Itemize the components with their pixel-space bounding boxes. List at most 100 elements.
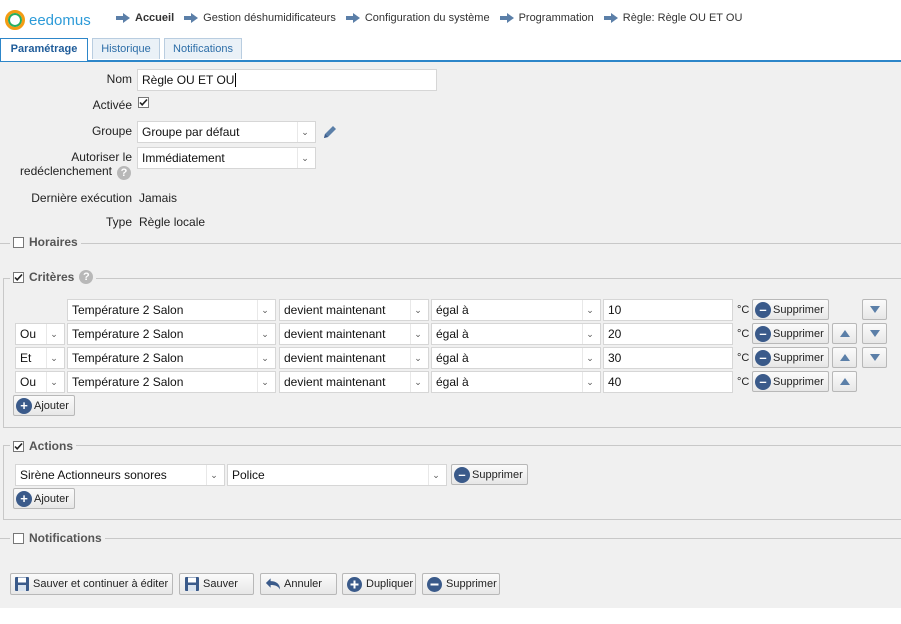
- cancel-button[interactable]: Annuler: [260, 573, 337, 595]
- duplicate-icon: [346, 576, 363, 593]
- save-continue-button[interactable]: Sauver et continuer à éditer: [10, 573, 173, 595]
- edit-pencil-icon[interactable]: [321, 123, 339, 141]
- criteria-connector-select[interactable]: Ou ⌄: [15, 371, 65, 393]
- arrow-right-icon: [345, 13, 360, 23]
- tab-notifications[interactable]: Notifications: [164, 38, 242, 59]
- move-down-button[interactable]: [862, 347, 887, 368]
- nom-label: Nom: [106, 72, 132, 86]
- criteria-condition-select[interactable]: devient maintenant ⌄: [279, 371, 429, 393]
- breadcrumb-item-configuration[interactable]: Configuration du système: [345, 12, 490, 24]
- triangle-down-icon: [869, 306, 880, 313]
- criteria-condition-select[interactable]: devient maintenant ⌄: [279, 323, 429, 345]
- plus-circle-icon: +: [16, 397, 32, 414]
- nom-input[interactable]: Règle OU ET OU: [137, 69, 437, 91]
- criteria-supprimer-button[interactable]: – Supprimer: [752, 299, 829, 320]
- criteria-operator-select[interactable]: égal à ⌄: [431, 371, 601, 393]
- arrow-right-icon: [184, 13, 199, 23]
- chevron-down-icon: ⌄: [257, 348, 272, 368]
- criteria-value-input[interactable]: 40: [603, 371, 733, 393]
- main-content: Nom Règle OU ET OU Activée Groupe Groupe…: [0, 62, 901, 608]
- criteria-device-select[interactable]: Température 2 Salon ⌄: [67, 371, 276, 393]
- duplicate-button[interactable]: Dupliquer: [342, 573, 416, 595]
- action-value-select[interactable]: Police ⌄: [227, 464, 447, 486]
- criteria-condition-select[interactable]: devient maintenant ⌄: [279, 299, 429, 321]
- criteria-operator-select[interactable]: égal à ⌄: [431, 323, 601, 345]
- logo-text: eedomus: [29, 11, 91, 29]
- groupe-select[interactable]: Groupe par défaut ⌄: [137, 121, 316, 143]
- actions-legend[interactable]: Actions: [10, 439, 77, 453]
- notifications-checkbox[interactable]: [13, 532, 24, 544]
- criteria-device-select[interactable]: Température 2 Salon ⌄: [67, 299, 276, 321]
- breadcrumb-item-regle[interactable]: Règle: Règle OU ET OU: [603, 12, 742, 24]
- eedomus-logo[interactable]: eedomus: [5, 9, 91, 31]
- criteria-device-select[interactable]: Température 2 Salon ⌄: [67, 347, 276, 369]
- chevron-down-icon: ⌄: [410, 348, 425, 368]
- tab-historique[interactable]: Historique: [92, 38, 160, 59]
- autoriser-label-line1: Autoriser le: [71, 150, 132, 164]
- help-icon[interactable]: ?: [117, 166, 131, 180]
- criteria-connector-select[interactable]: Ou ⌄: [15, 323, 65, 345]
- criteria-device-select[interactable]: Température 2 Salon ⌄: [67, 323, 276, 345]
- chevron-down-icon: ⌄: [582, 372, 597, 392]
- breadcrumb-item-programmation[interactable]: Programmation: [499, 12, 594, 24]
- autoriser-label-line2: redéclenchement: [19, 164, 112, 178]
- tab-parametrage[interactable]: Paramétrage: [0, 38, 88, 61]
- checkbox-checked-icon[interactable]: [13, 440, 24, 452]
- criteria-supprimer-button[interactable]: – Supprimer: [752, 323, 829, 344]
- derniere-execution-value: Jamais: [139, 191, 178, 205]
- move-down-button[interactable]: [862, 323, 887, 344]
- groupe-label: Groupe: [91, 124, 132, 138]
- action-device-select[interactable]: Sirène Actionneurs sonores ⌄: [15, 464, 225, 486]
- move-down-button[interactable]: [862, 299, 887, 320]
- triangle-down-icon: [869, 354, 880, 361]
- save-button[interactable]: Sauver: [179, 573, 254, 595]
- minus-circle-icon: –: [755, 373, 771, 390]
- checkbox-checked-icon[interactable]: [13, 271, 24, 283]
- arrow-right-icon: [603, 13, 618, 23]
- chevron-down-icon: ⌄: [410, 324, 425, 344]
- unit-label: °C: [737, 352, 750, 364]
- move-up-button[interactable]: [832, 323, 857, 344]
- criteria-supprimer-button[interactable]: – Supprimer: [752, 371, 829, 392]
- criteria-supprimer-button[interactable]: – Supprimer: [752, 347, 829, 368]
- action-ajouter-button[interactable]: + Ajouter: [13, 488, 75, 509]
- move-up-button[interactable]: [832, 371, 857, 392]
- tab-bar: Paramétrage Historique Notifications: [0, 38, 901, 62]
- breadcrumb-item-gestion[interactable]: Gestion déshumidificateurs: [184, 12, 336, 24]
- chevron-down-icon: ⌄: [257, 324, 272, 344]
- criteria-connector-select[interactable]: Et ⌄: [15, 347, 65, 369]
- criteres-legend[interactable]: Critères ?: [10, 270, 97, 284]
- criteria-operator-select[interactable]: égal à ⌄: [431, 299, 601, 321]
- criteria-ajouter-button[interactable]: + Ajouter: [13, 395, 75, 416]
- chevron-down-icon: ⌄: [582, 348, 597, 368]
- checkmark-icon: [138, 97, 149, 108]
- criteria-condition-select[interactable]: devient maintenant ⌄: [279, 347, 429, 369]
- chevron-down-icon: ⌄: [206, 465, 221, 485]
- chevron-down-icon: ⌄: [297, 148, 312, 168]
- horaires-legend[interactable]: Horaires: [10, 235, 81, 249]
- move-up-button[interactable]: [832, 347, 857, 368]
- criteria-value-input[interactable]: 20: [603, 323, 733, 345]
- triangle-up-icon: [839, 330, 850, 337]
- chevron-down-icon: ⌄: [410, 300, 425, 320]
- horaires-checkbox[interactable]: [13, 236, 24, 248]
- criteria-value-input[interactable]: 10: [603, 299, 733, 321]
- activee-checkbox[interactable]: [138, 97, 149, 108]
- autoriser-select[interactable]: Immédiatement ⌄: [137, 147, 316, 169]
- notifications-divider: [0, 538, 901, 539]
- help-icon[interactable]: ?: [79, 270, 94, 284]
- type-label: Type: [105, 215, 132, 229]
- minus-circle-icon: –: [454, 466, 470, 483]
- unit-label: °C: [737, 328, 750, 340]
- action-supprimer-button[interactable]: – Supprimer: [451, 464, 528, 485]
- criteria-operator-select[interactable]: égal à ⌄: [431, 347, 601, 369]
- delete-button[interactable]: Supprimer: [422, 573, 500, 595]
- horaires-divider: [0, 243, 901, 244]
- derniere-execution-label: Dernière exécution: [31, 191, 132, 205]
- criteria-value-input[interactable]: 30: [603, 347, 733, 369]
- breadcrumb-item-accueil[interactable]: Accueil: [116, 12, 174, 24]
- notifications-legend[interactable]: Notifications: [10, 531, 105, 545]
- breadcrumb: Accueil Gestion déshumidificateurs Confi…: [116, 12, 752, 24]
- chevron-down-icon: ⌄: [257, 300, 272, 320]
- minus-circle-icon: –: [755, 301, 771, 318]
